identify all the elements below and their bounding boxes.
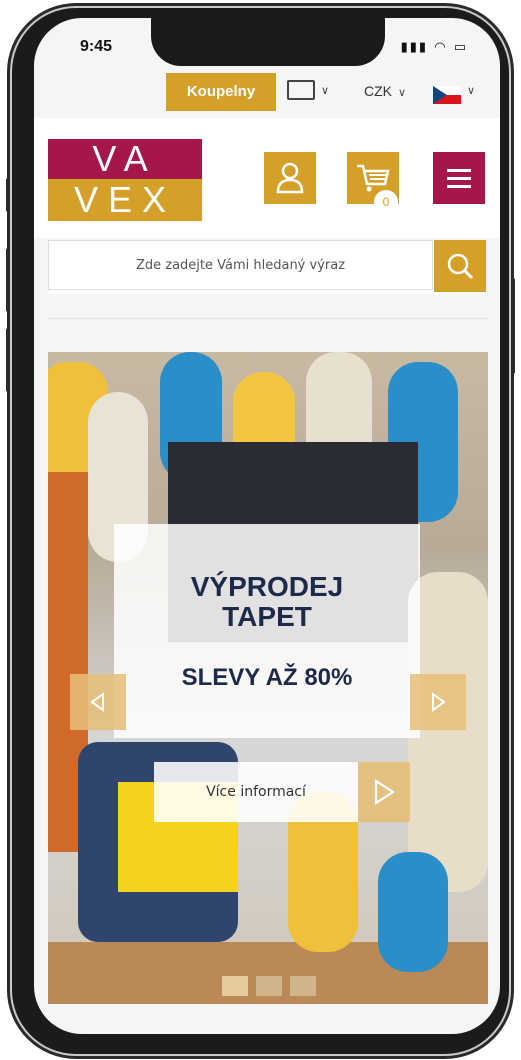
hero-title: VÝPRODEJ TAPET <box>114 572 420 632</box>
skateboard-shape <box>378 852 448 972</box>
slider-dot[interactable] <box>290 976 316 996</box>
logo-bottom-text: VEX <box>48 179 202 221</box>
search-icon <box>447 253 474 280</box>
power-button <box>511 278 515 374</box>
top-bar: Koupelny ∨ CZK ∨ ∨ <box>34 73 500 111</box>
delivery-selector[interactable]: ∨ <box>287 80 329 100</box>
more-info-arrow[interactable] <box>358 762 410 822</box>
slider-dots <box>222 976 316 996</box>
play-arrow-icon <box>374 778 396 806</box>
search-bar <box>48 240 486 294</box>
chevron-down-icon[interactable]: ∨ <box>467 84 475 97</box>
user-icon <box>276 162 304 194</box>
hero-slider: VÝPRODEJ TAPET SLEVY AŽ 80% Více informa… <box>48 352 488 1004</box>
hero-title-line2: TAPET <box>222 601 312 632</box>
slider-next-button[interactable] <box>410 674 466 730</box>
flag-cz-icon[interactable] <box>433 86 461 104</box>
mute-switch <box>6 178 10 212</box>
category-link[interactable]: Koupelny <box>166 73 276 111</box>
search-input[interactable] <box>48 240 433 290</box>
hero-card: VÝPRODEJ TAPET SLEVY AŽ 80% <box>114 524 420 738</box>
arrow-left-icon <box>90 692 104 712</box>
menu-icon <box>447 169 471 188</box>
more-info-label: Více informací <box>154 762 358 822</box>
menu-button[interactable] <box>433 152 485 204</box>
chevron-down-icon: ∨ <box>398 87 407 99</box>
slider-dot[interactable] <box>222 976 248 996</box>
status-bar: 9:45 ▮▮▮ ◠ ▭ <box>34 18 500 76</box>
currency-label: CZK <box>364 83 392 99</box>
currency-selector[interactable]: CZK ∨ <box>364 83 406 99</box>
hero-subtitle: SLEVY AŽ 80% <box>181 664 353 691</box>
more-info-button[interactable]: Více informací <box>154 762 410 822</box>
signal-icon: ▮▮▮ <box>400 40 429 55</box>
hero-title-line1: VÝPRODEJ <box>190 571 344 602</box>
slider-dot[interactable] <box>256 976 282 996</box>
wifi-icon: ◠ <box>434 40 448 55</box>
skateboard-shape <box>408 572 488 892</box>
divider <box>48 318 488 319</box>
battery-icon: ▭ <box>453 40 468 55</box>
slider-prev-button[interactable] <box>70 674 126 730</box>
notch <box>151 18 385 66</box>
cart-count-badge: 0 <box>374 190 398 214</box>
header: VA VEX 0 <box>34 118 500 238</box>
system-icons: ▮▮▮ ◠ ▭ <box>401 40 468 55</box>
volume-up-button <box>6 248 10 312</box>
search-button[interactable] <box>434 240 486 292</box>
arrow-right-icon <box>432 692 446 712</box>
screen: 9:45 ▮▮▮ ◠ ▭ Koupelny ∨ CZK ∨ ∨ VA VEX 0… <box>34 18 500 1034</box>
account-button[interactable] <box>264 152 316 204</box>
logo-top-text: VA <box>48 139 202 179</box>
logo[interactable]: VA VEX <box>48 139 202 221</box>
chevron-down-icon: ∨ <box>321 84 330 97</box>
status-time: 9:45 <box>80 38 113 55</box>
volume-down-button <box>6 328 10 392</box>
truck-icon <box>287 80 315 100</box>
